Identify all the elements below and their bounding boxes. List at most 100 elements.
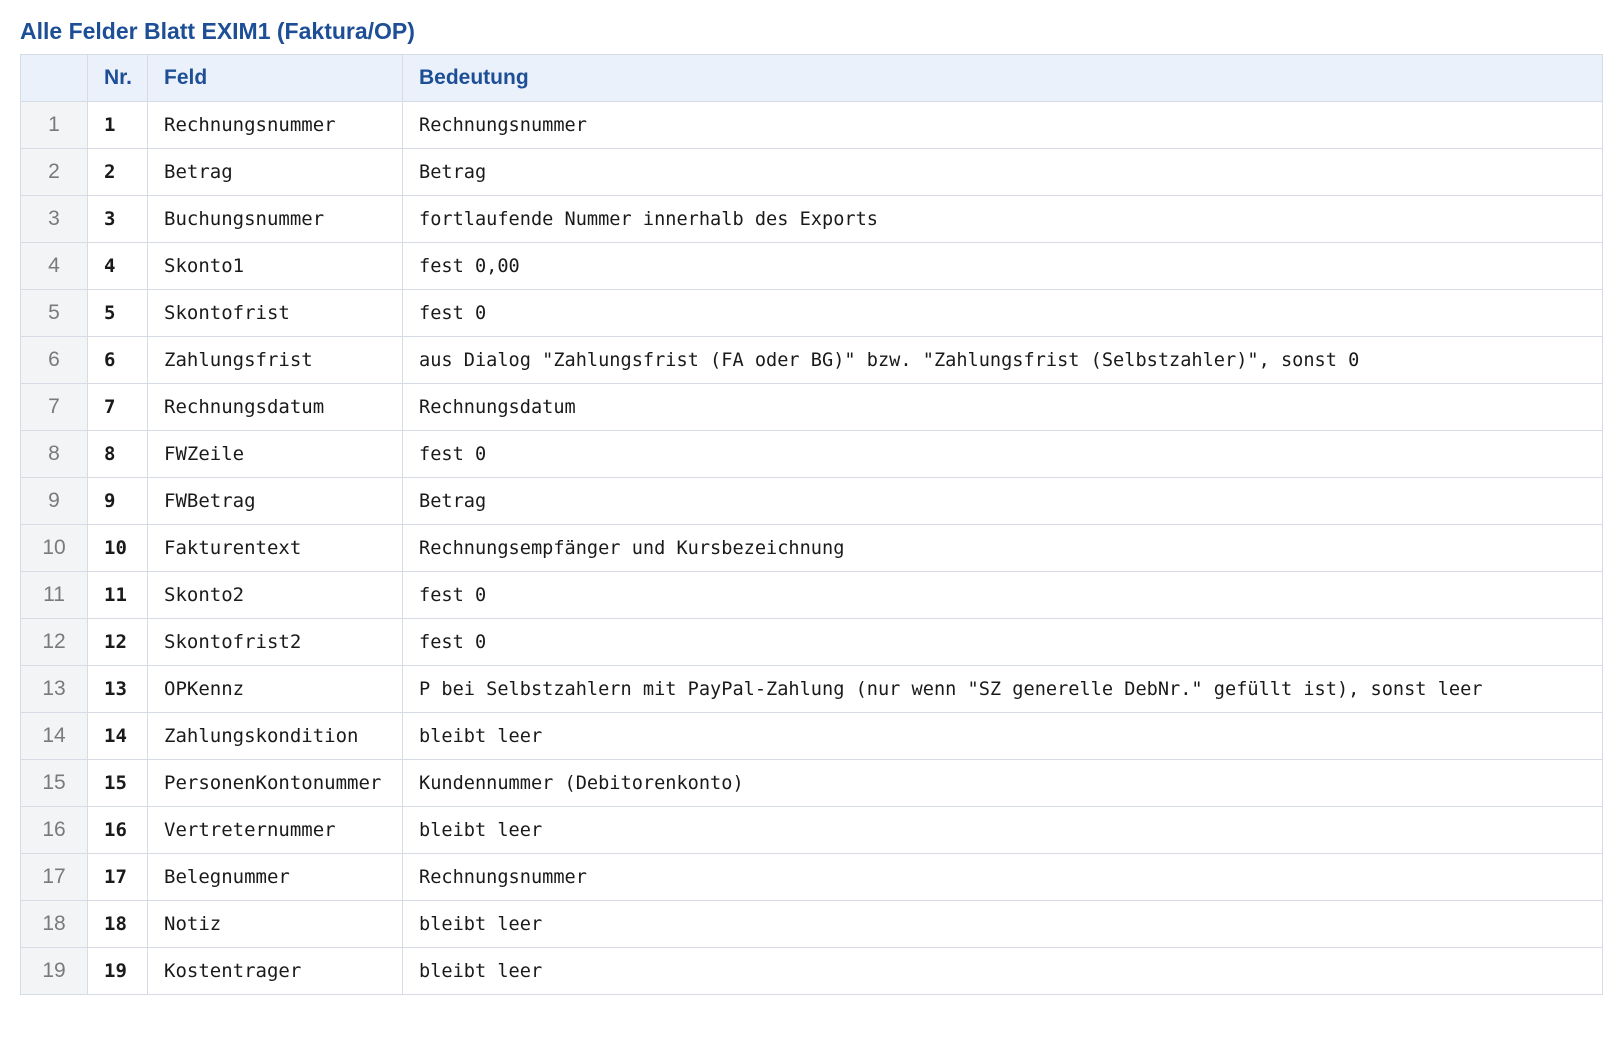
row-index-cell: 13 bbox=[20, 665, 88, 713]
nr-cell: 17 bbox=[87, 853, 148, 901]
table-row: 1 1 Rechnungsnummer Rechnungsnummer bbox=[20, 101, 1603, 149]
row-index-cell: 1 bbox=[20, 101, 88, 149]
row-index-cell: 14 bbox=[20, 712, 88, 760]
bedeutung-cell: fest 0 bbox=[402, 430, 1603, 478]
bedeutung-cell: Kundennummer (Debitorenkonto) bbox=[402, 759, 1603, 807]
bedeutung-cell: fest 0 bbox=[402, 289, 1603, 337]
fields-table: Nr. Feld Bedeutung 1 1 Rechnungsnummer Rech… bbox=[20, 54, 1603, 995]
bedeutung-cell: P bei Selbstzahlern mit PayPal-Zahlung (… bbox=[402, 665, 1603, 713]
bedeutung-cell: Rechnungsdatum bbox=[402, 383, 1603, 431]
nr-cell: 2 bbox=[87, 148, 148, 196]
row-index-cell: 12 bbox=[20, 618, 88, 666]
table-row: 19 19 Kostentrager bleibt leer bbox=[20, 947, 1603, 995]
bedeutung-cell: aus Dialog "Zahlungsfrist (FA oder BG)" … bbox=[402, 336, 1603, 384]
bedeutung-cell: Betrag bbox=[402, 148, 1603, 196]
feld-cell: Notiz bbox=[147, 900, 403, 948]
feld-cell: Zahlungsfrist bbox=[147, 336, 403, 384]
table-row: 9 9 FWBetrag Betrag bbox=[20, 477, 1603, 525]
nr-cell: 1 bbox=[87, 101, 148, 149]
column-header-nr: Nr. bbox=[87, 54, 148, 102]
nr-cell: 15 bbox=[87, 759, 148, 807]
nr-cell: 9 bbox=[87, 477, 148, 525]
feld-cell: Fakturentext bbox=[147, 524, 403, 572]
feld-cell: Buchungsnummer bbox=[147, 195, 403, 243]
column-header-bedeutung: Bedeutung bbox=[402, 54, 1603, 102]
bedeutung-cell: bleibt leer bbox=[402, 900, 1603, 948]
row-index-cell: 17 bbox=[20, 853, 88, 901]
bedeutung-cell: Rechnungsempfänger und Kursbezeichnung bbox=[402, 524, 1603, 572]
bedeutung-cell: fest 0 bbox=[402, 618, 1603, 666]
bedeutung-cell: bleibt leer bbox=[402, 947, 1603, 995]
nr-cell: 16 bbox=[87, 806, 148, 854]
feld-cell: Zahlungskondition bbox=[147, 712, 403, 760]
feld-cell: PersonenKontonummer bbox=[147, 759, 403, 807]
row-index-cell: 10 bbox=[20, 524, 88, 572]
table-row: 4 4 Skonto1 fest 0,00 bbox=[20, 242, 1603, 290]
row-index-cell: 4 bbox=[20, 242, 88, 290]
nr-cell: 13 bbox=[87, 665, 148, 713]
table-row: 6 6 Zahlungsfrist aus Dialog "Zahlungsfrist… bbox=[20, 336, 1603, 384]
table-row: 15 15 PersonenKontonummer Kundennummer (Deb… bbox=[20, 759, 1603, 807]
bedeutung-cell: Rechnungsnummer bbox=[402, 853, 1603, 901]
bedeutung-cell: fortlaufende Nummer innerhalb des Export… bbox=[402, 195, 1603, 243]
nr-cell: 19 bbox=[87, 947, 148, 995]
table-row: 10 10 Fakturentext Rechnungsempfänger und K… bbox=[20, 524, 1603, 572]
row-index-cell: 18 bbox=[20, 900, 88, 948]
table-row: 14 14 Zahlungskondition bleibt leer bbox=[20, 712, 1603, 760]
table-row: 8 8 FWZeile fest 0 bbox=[20, 430, 1603, 478]
nr-cell: 11 bbox=[87, 571, 148, 619]
table-row: 11 11 Skonto2 fest 0 bbox=[20, 571, 1603, 619]
table-row: 12 12 Skontofrist2 fest 0 bbox=[20, 618, 1603, 666]
table-row: 3 3 Buchungsnummer fortlaufende Nummer inne… bbox=[20, 195, 1603, 243]
nr-cell: 12 bbox=[87, 618, 148, 666]
column-header-feld: Feld bbox=[147, 54, 403, 102]
feld-cell: Belegnummer bbox=[147, 853, 403, 901]
row-index-cell: 9 bbox=[20, 477, 88, 525]
bedeutung-cell: fest 0,00 bbox=[402, 242, 1603, 290]
feld-cell: Skontofrist bbox=[147, 289, 403, 337]
feld-cell: Skonto1 bbox=[147, 242, 403, 290]
nr-cell: 6 bbox=[87, 336, 148, 384]
row-index-cell: 2 bbox=[20, 148, 88, 196]
feld-cell: Rechnungsnummer bbox=[147, 101, 403, 149]
table-header-row: Nr. Feld Bedeutung bbox=[20, 54, 1603, 102]
row-index-cell: 16 bbox=[20, 806, 88, 854]
row-index-cell: 6 bbox=[20, 336, 88, 384]
row-index-cell: 11 bbox=[20, 571, 88, 619]
nr-cell: 8 bbox=[87, 430, 148, 478]
nr-cell: 14 bbox=[87, 712, 148, 760]
nr-cell: 7 bbox=[87, 383, 148, 431]
feld-cell: Rechnungsdatum bbox=[147, 383, 403, 431]
feld-cell: Skonto2 bbox=[147, 571, 403, 619]
feld-cell: Vertreternummer bbox=[147, 806, 403, 854]
bedeutung-cell: fest 0 bbox=[402, 571, 1603, 619]
nr-cell: 10 bbox=[87, 524, 148, 572]
table-row: 2 2 Betrag Betrag bbox=[20, 148, 1603, 196]
bedeutung-cell: Betrag bbox=[402, 477, 1603, 525]
feld-cell: OPKennz bbox=[147, 665, 403, 713]
table-row: 17 17 Belegnummer Rechnungsnummer bbox=[20, 853, 1603, 901]
page: Alle Felder Blatt EXIM1 (Faktura/OP) Nr.… bbox=[20, 14, 1603, 995]
row-index-cell: 15 bbox=[20, 759, 88, 807]
bedeutung-cell: bleibt leer bbox=[402, 712, 1603, 760]
row-index-cell: 7 bbox=[20, 383, 88, 431]
feld-cell: Betrag bbox=[147, 148, 403, 196]
page-title: Alle Felder Blatt EXIM1 (Faktura/OP) bbox=[20, 18, 415, 44]
table-row: 5 5 Skontofrist fest 0 bbox=[20, 289, 1603, 337]
column-header-index bbox=[20, 54, 88, 102]
row-index-cell: 3 bbox=[20, 195, 88, 243]
bedeutung-cell: Rechnungsnummer bbox=[402, 101, 1603, 149]
table-row: 7 7 Rechnungsdatum Rechnungsdatum bbox=[20, 383, 1603, 431]
row-index-cell: 8 bbox=[20, 430, 88, 478]
row-index-cell: 5 bbox=[20, 289, 88, 337]
nr-cell: 5 bbox=[87, 289, 148, 337]
feld-cell: Skontofrist2 bbox=[147, 618, 403, 666]
table-row: 18 18 Notiz bleibt leer bbox=[20, 900, 1603, 948]
feld-cell: FWBetrag bbox=[147, 477, 403, 525]
feld-cell: FWZeile bbox=[147, 430, 403, 478]
feld-cell: Kostentrager bbox=[147, 947, 403, 995]
nr-cell: 18 bbox=[87, 900, 148, 948]
nr-cell: 4 bbox=[87, 242, 148, 290]
nr-cell: 3 bbox=[87, 195, 148, 243]
row-index-cell: 19 bbox=[20, 947, 88, 995]
